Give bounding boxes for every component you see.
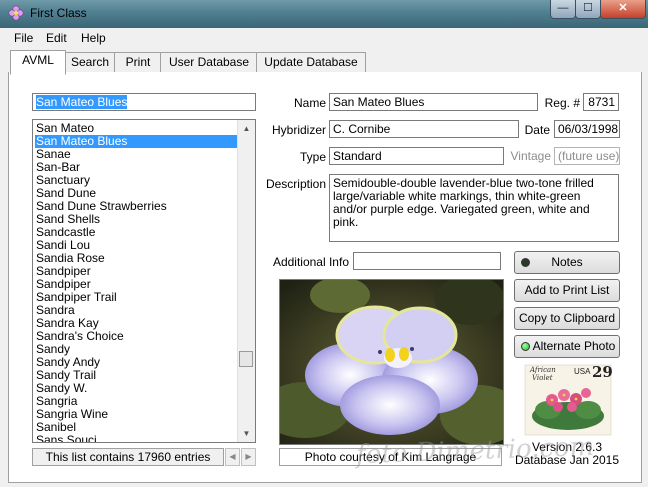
window-title: First Class [30,6,87,20]
stamp-text-usa: USA [574,367,591,376]
scroll-left-arrow-icon[interactable]: ◀ [225,448,240,466]
menu-help[interactable]: Help [81,31,106,45]
date-label: Date [524,123,550,137]
date-field[interactable]: 06/03/1998 [554,120,620,138]
tab-avml[interactable]: AVML [10,50,66,75]
additional-info-label: Additional Info [272,255,349,269]
alternate-photo-indicator-icon [521,342,530,351]
scroll-right-arrow-icon[interactable]: ▶ [241,448,256,466]
menu-bar: File Edit Help [2,28,646,48]
app-flower-icon [8,5,24,21]
reg-number-label: Reg. # [544,96,580,110]
notes-button[interactable]: Notes [514,251,620,274]
tab-strip: AVML Search Print User Database Update D… [8,50,640,75]
alternate-photo-button[interactable]: Alternate Photo [514,335,620,358]
violet-photo [279,279,504,445]
type-label: Type [299,150,326,164]
name-field[interactable]: San Mateo Blues [329,93,538,111]
additional-info-field[interactable] [353,252,501,270]
add-to-print-list-button[interactable]: Add to Print List [514,279,620,302]
notes-indicator-icon [521,258,530,267]
search-input-value: San Mateo Blues [36,95,128,109]
close-button[interactable]: ✕ [600,0,646,19]
description-field[interactable]: Semidouble-double lavender-blue two-tone… [329,174,619,242]
hybridizer-label: Hybridizer [271,123,326,137]
african-violet-stamp: African Violet USA 29 [522,362,614,438]
menu-file[interactable]: File [14,31,33,45]
violet-flower-image [280,280,503,444]
scroll-thumb[interactable] [239,351,253,367]
stamp-text-african: African [530,366,556,374]
maximize-button[interactable]: ☐ [575,0,601,19]
vintage-label: Vintage [510,149,551,163]
list-item[interactable]: Sans Souci [35,434,241,443]
menu-edit[interactable]: Edit [46,31,67,45]
alternate-photo-button-label: Alternate Photo [532,339,616,353]
tab-print[interactable]: Print [114,52,162,72]
scroll-down-arrow-icon[interactable]: ▼ [238,425,255,442]
list-count-status: This list contains 17960 entries [32,448,224,466]
title-bar: First Class — ☐ ✕ [0,0,648,28]
name-label: Name [293,96,326,110]
notes-button-label: Notes [551,255,583,269]
list-scrollbar[interactable]: ▲ ▼ [237,120,255,442]
hybridizer-field[interactable]: C. Cornibe [329,120,519,138]
reg-number-field[interactable]: 8731 [583,93,619,111]
minimize-button[interactable]: — [550,0,576,19]
vintage-field: (future use) [554,147,620,165]
search-input[interactable]: San Mateo Blues [32,93,256,111]
copy-to-clipboard-button[interactable]: Copy to Clipboard [514,307,620,330]
scroll-up-arrow-icon[interactable]: ▲ [238,120,255,137]
type-field[interactable]: Standard [329,147,504,165]
tab-user-database[interactable]: User Database [160,52,258,72]
stamp-text-value: 29 [592,363,613,381]
tab-search[interactable]: Search [64,52,116,72]
tab-update-database[interactable]: Update Database [256,52,366,72]
description-label: Description [265,177,326,191]
stamp-text-violet: Violet [532,374,553,382]
variety-listbox[interactable]: San Mateo San Mateo Blues Sanae San-Bar Sanc… [32,119,256,443]
